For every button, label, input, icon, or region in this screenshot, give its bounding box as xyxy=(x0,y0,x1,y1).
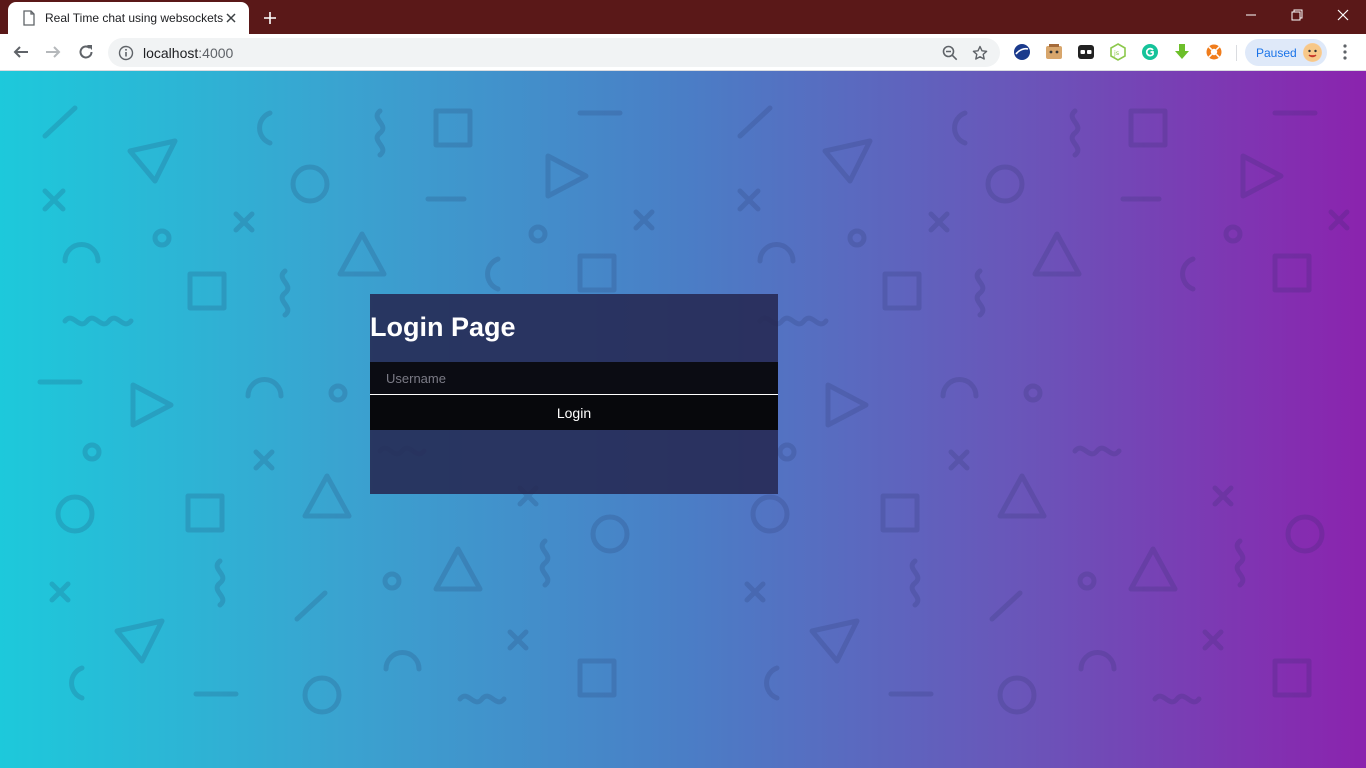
extension-download-icon[interactable] xyxy=(1173,43,1191,61)
extension-nodejs-icon[interactable]: js xyxy=(1109,43,1127,61)
browser-tab[interactable]: Real Time chat using websockets xyxy=(8,2,249,34)
tab-close-icon[interactable] xyxy=(223,10,239,26)
extension-box-face-icon[interactable] xyxy=(1045,43,1063,61)
extension-globe-icon[interactable] xyxy=(1013,43,1031,61)
tab-title: Real Time chat using websockets xyxy=(45,11,223,25)
extension-glasses-icon[interactable] xyxy=(1077,43,1095,61)
username-input[interactable] xyxy=(370,362,778,395)
url-text: localhost:4000 xyxy=(143,45,940,61)
toolbar-separator xyxy=(1236,45,1237,61)
page-icon xyxy=(22,10,36,26)
zoom-icon[interactable] xyxy=(940,43,960,63)
back-button[interactable] xyxy=(9,40,33,64)
extension-lifebuoy-icon[interactable] xyxy=(1205,43,1223,61)
svg-text:js: js xyxy=(1113,49,1120,57)
profile-avatar-icon xyxy=(1303,43,1322,62)
login-card: Login Page Login xyxy=(370,294,778,494)
reload-button[interactable] xyxy=(74,40,98,64)
minimize-button[interactable] xyxy=(1228,0,1274,30)
bookmark-star-icon[interactable] xyxy=(970,43,990,63)
address-bar[interactable]: localhost:4000 xyxy=(108,38,1000,67)
site-info-icon[interactable] xyxy=(118,45,134,61)
page-viewport: Login Page Login xyxy=(0,71,1366,768)
profile-button[interactable]: Paused xyxy=(1245,39,1327,66)
close-window-button[interactable] xyxy=(1320,0,1366,30)
forward-button[interactable] xyxy=(41,40,65,64)
profile-status-label: Paused xyxy=(1256,45,1297,60)
login-button[interactable]: Login xyxy=(370,395,778,430)
url-host: localhost xyxy=(143,44,199,61)
extension-grammarly-icon[interactable] xyxy=(1141,43,1159,61)
url-port: :4000 xyxy=(198,44,234,61)
browser-toolbar: localhost:4000 js Paused xyxy=(0,34,1366,71)
browser-menu-icon[interactable] xyxy=(1334,40,1356,64)
new-tab-button[interactable] xyxy=(259,7,281,29)
login-title: Login Page xyxy=(370,312,516,342)
browser-tab-strip: Real Time chat using websockets xyxy=(0,0,1366,34)
restore-button[interactable] xyxy=(1274,0,1320,30)
